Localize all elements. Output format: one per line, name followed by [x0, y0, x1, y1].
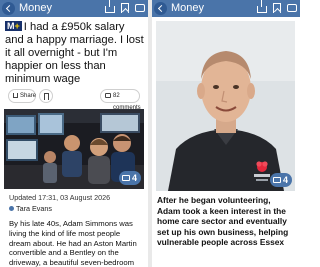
- portrait-photo: [156, 21, 295, 191]
- logo-plus: +: [14, 21, 20, 31]
- comment-icon: [105, 93, 111, 98]
- article-photo[interactable]: 4: [156, 21, 295, 191]
- bookmark-icon[interactable]: [273, 3, 281, 13]
- bookmark-icon: [44, 93, 49, 100]
- photo-caption: After he began volunteering, Adam took a…: [157, 195, 289, 247]
- share-button[interactable]: Share: [8, 89, 36, 103]
- headline-text: I had a £950k salary and a happy marriag…: [5, 21, 144, 85]
- gallery-count-badge[interactable]: 4: [269, 173, 292, 187]
- article-body: By his late 40s, Adam Simmons was living…: [9, 219, 137, 267]
- share-icon: [13, 93, 18, 98]
- top-bar: Money: [152, 0, 300, 17]
- gallery-icon: [121, 174, 130, 181]
- article-headline: M+ I had a £950k salary and a happy marri…: [0, 17, 148, 86]
- person-icon: [9, 206, 14, 211]
- gallery-icon: [272, 176, 281, 183]
- back-arrow-icon[interactable]: [154, 2, 167, 15]
- article-panel-left: Money M+ I had a £950k salary and a happy…: [0, 0, 148, 267]
- article-actions: Share 82 comments: [4, 89, 144, 111]
- article-panel-right: Money 4 After he began volunteering, Ada…: [152, 0, 300, 267]
- section-title: Money: [19, 2, 53, 14]
- save-button[interactable]: [39, 89, 53, 103]
- money-mail-logo: M+: [5, 21, 22, 31]
- gallery-count-badge[interactable]: 4: [118, 171, 141, 185]
- top-bar: Money: [0, 0, 148, 17]
- bookmark-icon[interactable]: [121, 3, 129, 13]
- comment-icon[interactable]: [287, 4, 297, 12]
- section-title: Money: [171, 2, 205, 14]
- gallery-count: 4: [131, 173, 137, 183]
- article-meta: Updated 17:31, 03 August 2026 Tara Evans: [0, 189, 148, 214]
- author-name: Tara Evans: [16, 204, 52, 213]
- top-bar-actions: [257, 0, 297, 13]
- top-bar-actions: [105, 0, 145, 13]
- share-label: Share: [20, 93, 37, 99]
- logo-letter: M: [7, 21, 15, 31]
- gallery-count: 4: [282, 175, 288, 185]
- updated-timestamp: Updated 17:31, 03 August 2026: [9, 193, 111, 202]
- article-photo[interactable]: 4: [4, 109, 144, 189]
- comments-button[interactable]: 82 comments: [100, 89, 141, 111]
- author-byline[interactable]: Tara Evans: [9, 204, 143, 214]
- back-arrow-icon[interactable]: [2, 2, 15, 15]
- share-icon[interactable]: [105, 0, 115, 13]
- comment-icon[interactable]: [135, 4, 145, 12]
- share-icon[interactable]: [257, 0, 267, 13]
